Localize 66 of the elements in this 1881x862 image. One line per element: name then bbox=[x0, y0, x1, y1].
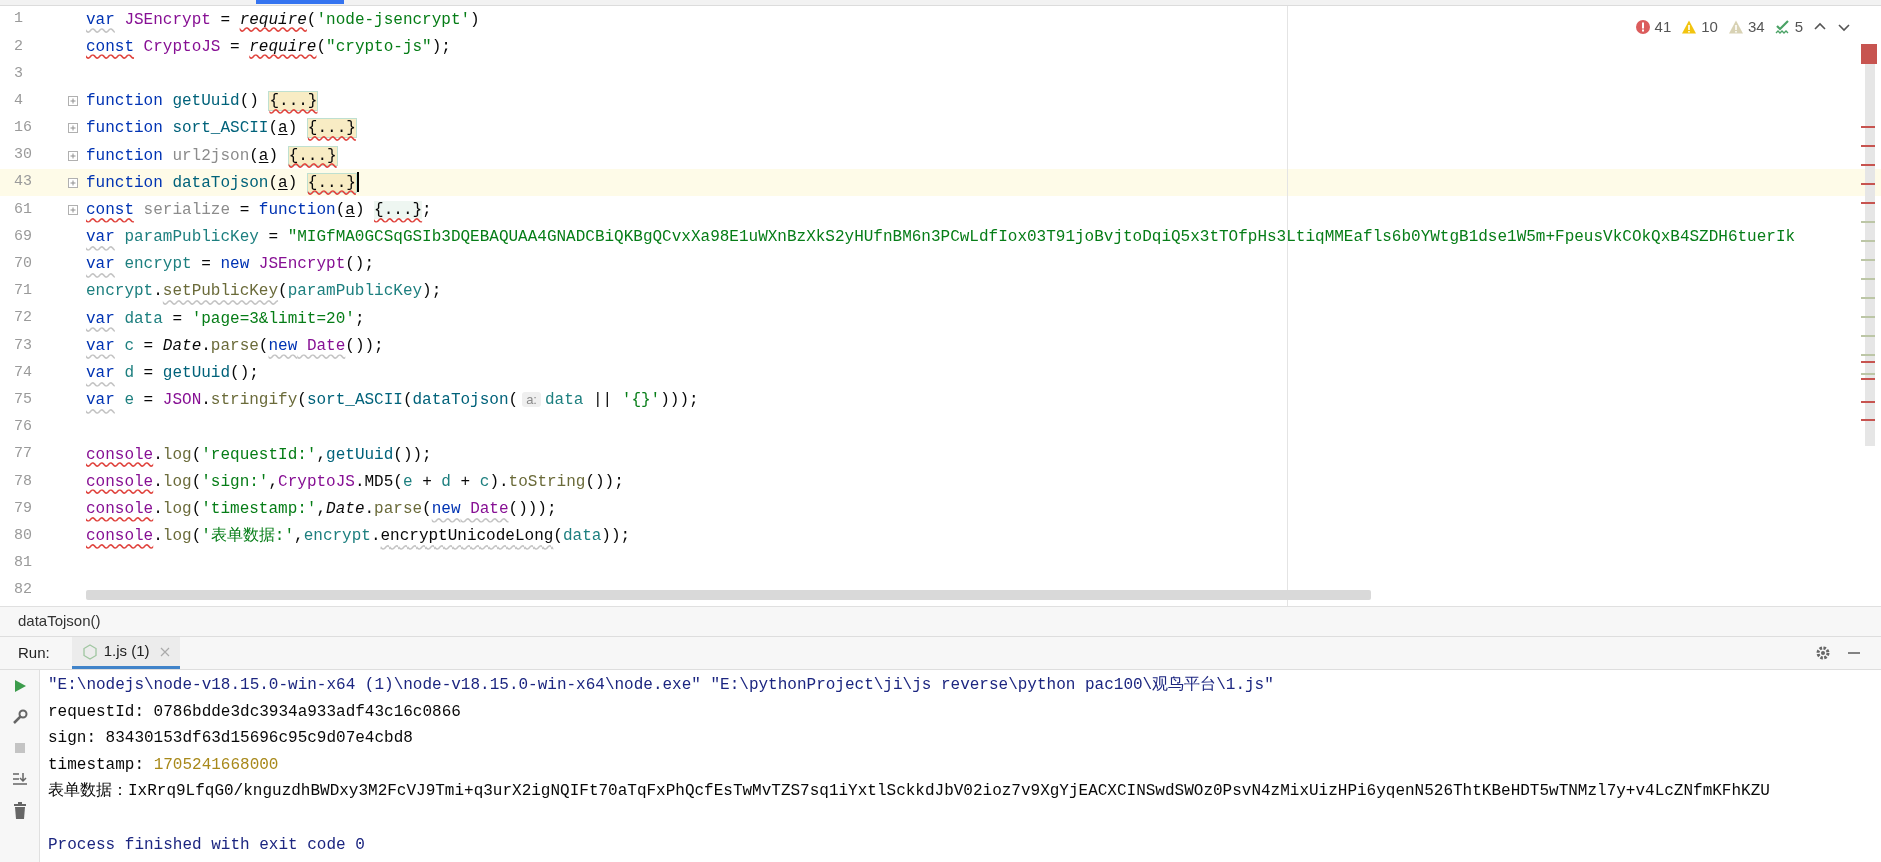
console-line: "E:\nodejs\node-v18.15.0-win-x64 (1)\node-v18.15.0-win-x64\node.exe" "E:\pythonProject\ji\js reverse\python pac100\观鸟平台\1.js" bbox=[48, 675, 1274, 697]
line-number: 76 bbox=[14, 417, 33, 438]
code-line: console.log('表单数据:',encrypt.encryptUnicodeLong(data)); bbox=[86, 526, 631, 548]
line-number: 69 bbox=[14, 226, 33, 247]
fold-icon[interactable] bbox=[68, 96, 78, 107]
problem-count: 5 bbox=[1794, 17, 1803, 37]
console-line: sign: 83430153df63d15696c95c9d07e4cbd8 bbox=[48, 728, 413, 750]
line-number: 1 bbox=[14, 9, 24, 30]
breadcrumb[interactable]: dataTojson() bbox=[18, 610, 101, 633]
close-icon[interactable] bbox=[159, 646, 170, 657]
scroll-to-end-icon[interactable] bbox=[10, 770, 29, 788]
console-line: Process finished with exit code 0 bbox=[48, 834, 365, 856]
line-number: 73 bbox=[14, 335, 33, 356]
code-line: console.log('sign:',CryptoJS.MD5(e + d + c).toString()); bbox=[86, 471, 624, 493]
code-line: function dataTojson(a) {...} bbox=[86, 170, 359, 195]
code-line: var data = 'page=3&limit=20'; bbox=[86, 308, 365, 330]
code-line: const serialize = function(a) {...}; bbox=[86, 199, 432, 221]
code-line: const CryptoJS = require("crypto-js"); bbox=[86, 36, 451, 58]
problem-count: 10 bbox=[1701, 17, 1718, 37]
code-line: console.log('timestamp:',Date.parse(new Date())); bbox=[86, 498, 557, 520]
line-number: 43 bbox=[14, 172, 33, 193]
line-number: 4 bbox=[14, 90, 24, 111]
fold-icon[interactable] bbox=[68, 204, 78, 215]
console-line: timestamp: 1705241668000 bbox=[48, 754, 279, 776]
fold-icon[interactable] bbox=[68, 123, 78, 134]
line-number: 2 bbox=[14, 36, 24, 57]
trash-icon[interactable] bbox=[11, 802, 28, 820]
fold-icon[interactable] bbox=[68, 177, 78, 188]
code-line: function url2json(a) {...} bbox=[86, 144, 338, 168]
console-line: requestId: 0786bdde3dc3934a933adf43c16c0866 bbox=[48, 701, 461, 723]
line-number: 77 bbox=[14, 444, 33, 465]
line-number: 80 bbox=[14, 525, 33, 546]
settings-icon[interactable] bbox=[1815, 645, 1831, 661]
line-number: 72 bbox=[14, 308, 33, 329]
line-number: 78 bbox=[14, 471, 33, 492]
line-number: 16 bbox=[14, 118, 33, 139]
line-number: 3 bbox=[14, 63, 24, 84]
code-line: console.log('requestId:',getUuid()); bbox=[86, 444, 432, 466]
run-label: Run: bbox=[18, 642, 50, 663]
check-icon bbox=[1774, 19, 1791, 36]
code-line: var d = getUuid(); bbox=[86, 363, 259, 385]
warning-icon bbox=[1681, 19, 1698, 36]
line-number: 79 bbox=[14, 498, 33, 519]
weak-warning-icon bbox=[1727, 19, 1744, 36]
line-number: 70 bbox=[14, 254, 33, 275]
code-line: encrypt.setPublicKey(paramPublicKey); bbox=[86, 281, 442, 303]
problem-count: 41 bbox=[1654, 17, 1672, 37]
line-number: 74 bbox=[14, 362, 33, 383]
run-tab[interactable]: 1.js (1) bbox=[71, 637, 180, 669]
line-number: 81 bbox=[14, 553, 33, 574]
line-number: 71 bbox=[14, 281, 33, 302]
fold-icon[interactable] bbox=[68, 150, 78, 161]
code-line: var paramPublicKey = "MIGfMA0GCSqGSIb3DQEBAQUAA4GNADCBiQKBgQCvxXa98E1uWXnBzXkS2yHUfnBM6n3PCwLdfIox03T91joBvjtoDqiQ5x3tTOfpHs3LtiqMMEafls6b0YWtgB1dse1W5m+FpeusVkCOkQxB4SZDH6tuerIk bbox=[86, 227, 1796, 249]
line-number: 82 bbox=[14, 580, 33, 601]
code-line: var e = JSON.stringify(sort_ASCII(dataTojson( a: data || '{}'))); bbox=[86, 390, 699, 412]
code-line: function getUuid() {...} bbox=[86, 90, 319, 114]
console-line: 表单数据：IxRrq9LfqG0/knguzdhBWDxy3M2FcVJ9Tmi+q3urX2igNQIFt70aTqFxPhQcfEsTwMvTZS7sq1iYxtlSckkdJbV02ioz7v9XgYjEACXCINSwdSWOz0PsvN4zMixUizHPi6yqenN526ThtKBeHDT5wTNMzl7y+v4LcZNfmKFhKZU bbox=[48, 781, 1770, 803]
problem-count: 34 bbox=[1747, 17, 1765, 37]
line-number: 75 bbox=[14, 389, 33, 410]
hexagon-icon bbox=[81, 643, 98, 660]
line-number: 61 bbox=[14, 199, 33, 220]
code-line: function sort_ASCII(a) {...} bbox=[86, 117, 357, 141]
line-number: 30 bbox=[14, 145, 33, 166]
code-line: var c = Date.parse(new Date()); bbox=[86, 335, 384, 357]
code-line: var encrypt = new JSEncrypt(); bbox=[86, 254, 375, 276]
code-line: var JSEncrypt = require('node-jsencrypt') bbox=[86, 9, 480, 31]
